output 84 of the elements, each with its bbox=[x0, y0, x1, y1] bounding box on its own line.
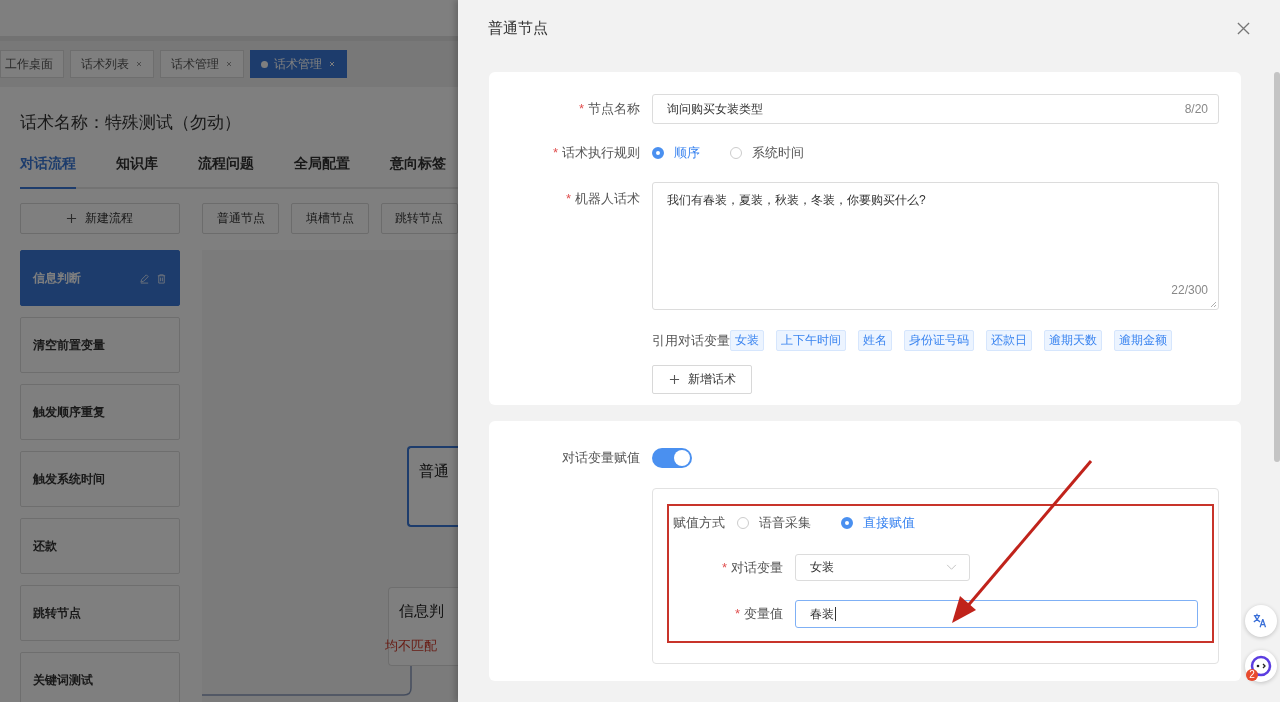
flow-item[interactable]: 还款 bbox=[20, 518, 181, 574]
radio-label: 顺序 bbox=[674, 144, 700, 162]
chevron-down-icon bbox=[946, 564, 957, 571]
plus-icon bbox=[66, 213, 78, 224]
field-label: * 机器人话术 bbox=[564, 190, 640, 208]
new-flow-button[interactable]: 新建流程 bbox=[20, 203, 180, 234]
radio-option[interactable]: 语音采集 bbox=[737, 514, 811, 532]
radio-icon[interactable] bbox=[841, 517, 853, 529]
page-tab[interactable]: 话术列表 bbox=[70, 50, 154, 78]
nav-tab[interactable]: 知识库 bbox=[116, 154, 158, 187]
node-title: 普通 bbox=[419, 462, 450, 479]
resize-icon[interactable] bbox=[1209, 300, 1217, 308]
field-value: 询问购买女装类型 bbox=[667, 100, 763, 118]
status-dot-icon bbox=[261, 60, 268, 68]
nav-tab[interactable]: 流程问题 bbox=[198, 154, 254, 187]
branch-label: 均不匹配 bbox=[385, 637, 438, 655]
char-counter: 8/20 bbox=[1184, 102, 1208, 116]
node-type-button[interactable]: 跳转节点 bbox=[380, 203, 458, 234]
field-label: * 节点名称 bbox=[577, 100, 640, 118]
variable-tag[interactable]: 女装 bbox=[730, 330, 764, 351]
variable-tag[interactable]: 还款日 bbox=[986, 330, 1032, 351]
radio-option[interactable]: 直接赋值 bbox=[841, 514, 915, 532]
radio-label: 直接赋值 bbox=[863, 514, 915, 532]
field-value: 春装 bbox=[810, 605, 834, 623]
field-label: * 对话变量 bbox=[720, 558, 783, 577]
drawer-title: 普通节点 bbox=[488, 18, 548, 38]
close-icon[interactable] bbox=[225, 60, 233, 68]
radio-option[interactable]: 系统时间 bbox=[730, 144, 804, 162]
nav-tab[interactable]: 对话流程 bbox=[20, 154, 76, 189]
variable-tag[interactable]: 姓名 bbox=[858, 330, 892, 351]
flow-name: 信息判断 bbox=[33, 269, 81, 287]
flow-name: 关键词测试 bbox=[33, 671, 93, 689]
variable-tag[interactable]: 身份证号码 bbox=[904, 330, 974, 351]
radio-icon[interactable] bbox=[730, 147, 742, 159]
nav-tab[interactable]: 全局配置 bbox=[294, 154, 350, 187]
radio-icon[interactable] bbox=[652, 147, 664, 159]
delete-icon[interactable] bbox=[156, 272, 168, 284]
node-type-button[interactable]: 普通节点 bbox=[201, 203, 280, 234]
flow-item[interactable]: 触发顺序重复 bbox=[20, 384, 181, 440]
variable-tag[interactable]: 上下午时间 bbox=[776, 330, 846, 351]
char-counter: 22/300 bbox=[1171, 283, 1208, 297]
radio-icon[interactable] bbox=[737, 517, 749, 529]
flow-node[interactable]: 普通 bbox=[407, 446, 458, 527]
select-value: 女装 bbox=[810, 559, 834, 576]
variable-tag[interactable]: 逾期金额 bbox=[1114, 330, 1172, 351]
field-label: 对话变量赋值 bbox=[561, 449, 640, 467]
variable-select[interactable]: 女装 bbox=[795, 554, 970, 581]
field-value: 我们有春装，夏装，秋装，冬装，你要购买什么? bbox=[667, 193, 926, 207]
toggle-switch[interactable] bbox=[652, 448, 692, 468]
radio-label: 系统时间 bbox=[752, 144, 804, 162]
page-tab[interactable]: 话术管理 bbox=[250, 50, 347, 78]
field-label: * 变量值 bbox=[733, 605, 783, 623]
node-title: 信息判 bbox=[399, 602, 445, 619]
robot-face-icon bbox=[1249, 654, 1273, 678]
node-type-button[interactable]: 填槽节点 bbox=[291, 203, 369, 234]
edit-icon[interactable] bbox=[139, 272, 151, 284]
notification-badge: 2 bbox=[1246, 669, 1258, 681]
field-label: 赋值方式 bbox=[673, 514, 725, 532]
variables-label: 引用对话变量 bbox=[652, 331, 730, 350]
node-name-field[interactable]: 询问购买女装类型 8/20 bbox=[652, 94, 1219, 124]
flow-name: 触发系统时间 bbox=[33, 470, 105, 488]
radio-option[interactable]: 顺序 bbox=[652, 144, 700, 162]
close-icon[interactable] bbox=[1237, 21, 1250, 35]
flow-item[interactable]: 清空前置变量 bbox=[20, 317, 181, 373]
flow-item[interactable]: 关键词测试 bbox=[20, 652, 181, 702]
add-speech-button[interactable]: 新增话术 bbox=[652, 365, 752, 394]
close-icon[interactable] bbox=[135, 60, 143, 68]
flow-name: 触发顺序重复 bbox=[33, 403, 105, 421]
field-label: * 话术执行规则 bbox=[551, 144, 640, 162]
speech-textarea[interactable]: 我们有春装，夏装，秋装，冬装，你要购买什么? 22/300 bbox=[652, 182, 1219, 310]
variable-tag[interactable]: 逾期天数 bbox=[1044, 330, 1102, 351]
flow-item[interactable]: 信息判断 bbox=[20, 250, 181, 306]
script-title: 话术名称：特殊测试（勿动） bbox=[20, 112, 242, 134]
flow-item[interactable]: 跳转节点 bbox=[20, 585, 181, 641]
flow-name: 还款 bbox=[33, 537, 57, 555]
nav-tab[interactable]: 意向标签 bbox=[390, 154, 446, 187]
flow-item[interactable]: 触发系统时间 bbox=[20, 451, 181, 507]
page-tab[interactable]: 话术管理 bbox=[160, 50, 244, 78]
flow-name: 清空前置变量 bbox=[33, 336, 105, 354]
plus-icon bbox=[668, 374, 680, 385]
flow-name: 跳转节点 bbox=[33, 604, 81, 622]
radio-label: 语音采集 bbox=[759, 514, 811, 532]
page-tab[interactable]: 工作桌面 bbox=[0, 50, 64, 78]
variable-value-field[interactable]: 春装 bbox=[795, 600, 1198, 628]
